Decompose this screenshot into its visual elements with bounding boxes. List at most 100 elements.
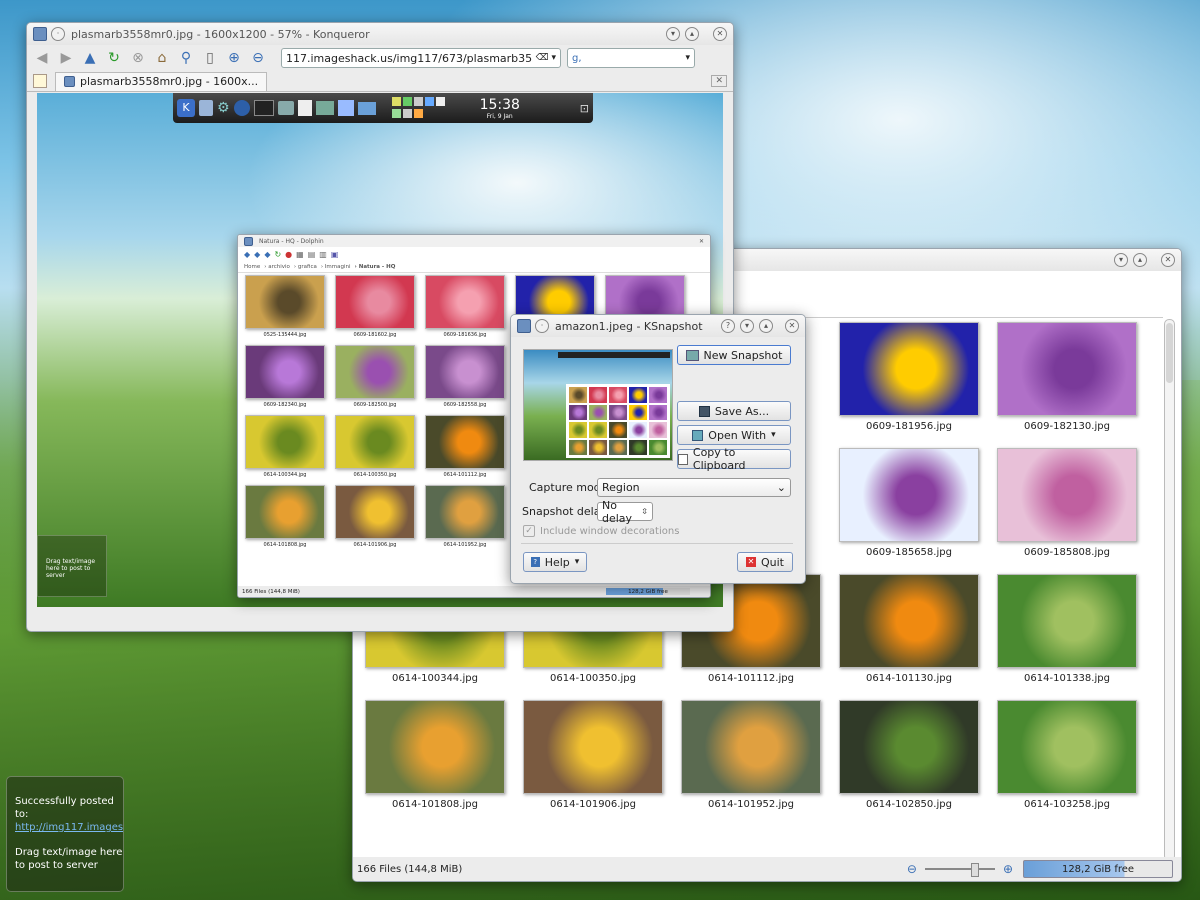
- page-view-icon[interactable]: ▯: [201, 49, 219, 67]
- maximize-icon[interactable]: ▴: [759, 319, 773, 333]
- file-item[interactable]: 0614-101808.jpg: [245, 485, 325, 551]
- file-item[interactable]: 0609-182340.jpg: [245, 345, 325, 411]
- file-name: 0609-181956.jpg: [866, 421, 952, 432]
- close-tab-icon[interactable]: ✕: [711, 75, 727, 87]
- scrollbar[interactable]: [1164, 319, 1175, 861]
- zoom-in-icon[interactable]: ⊕: [1003, 862, 1013, 876]
- close-icon[interactable]: ✕: [713, 27, 727, 41]
- tab-active[interactable]: plasmarb3558mr0.jpg - 1600x...: [55, 71, 268, 91]
- file-item[interactable]: 0614-101906.jpg: [335, 485, 415, 551]
- file-item[interactable]: 0609-185808.jpg: [997, 448, 1137, 560]
- minimize-icon[interactable]: ▾: [666, 27, 680, 41]
- zoom-slider[interactable]: [924, 863, 995, 877]
- file-item[interactable]: 0525-135444.jpg: [245, 275, 325, 341]
- home-icon[interactable]: ⌂: [153, 49, 171, 67]
- up-arrow-icon[interactable]: ◆: [264, 250, 270, 259]
- view-mode-icon[interactable]: ▦: [296, 250, 304, 259]
- chevron-down-icon[interactable]: ▾: [685, 53, 690, 63]
- forward-arrow-icon[interactable]: ▶: [57, 49, 75, 67]
- url-field[interactable]: 117.imageshack.us/img117/673/plasmarb355…: [281, 48, 561, 68]
- zoom-out-icon[interactable]: ⊖: [907, 862, 917, 876]
- close-icon[interactable]: ✕: [1161, 253, 1175, 267]
- window-title: plasmarb3558mr0.jpg - 1600x1200 - 57% - …: [71, 27, 370, 41]
- file-item[interactable]: 0614-101952.jpg: [425, 485, 505, 551]
- find-icon[interactable]: ⚲: [177, 49, 195, 67]
- file-item[interactable]: 0614-101808.jpg: [365, 700, 505, 812]
- minimize-icon[interactable]: ▾: [1114, 253, 1128, 267]
- breadcrumb-item[interactable]: Home: [244, 264, 260, 270]
- spin-arrows-icon[interactable]: ⇳: [641, 507, 648, 516]
- file-item[interactable]: 0614-101952.jpg: [681, 700, 821, 812]
- breadcrumb-item[interactable]: › Immagini: [321, 264, 351, 270]
- file-name: 0614-101808.jpg: [392, 799, 478, 810]
- maximize-icon[interactable]: ▴: [685, 27, 699, 41]
- new-tab-icon[interactable]: [33, 74, 47, 88]
- breadcrumb-item[interactable]: › Natura - HQ: [355, 264, 396, 270]
- maximize-icon[interactable]: ▴: [1133, 253, 1147, 267]
- preview-thumbnail: [569, 439, 587, 455]
- open-with-button[interactable]: Open With ▾: [677, 425, 791, 445]
- file-name: 0609-181602.jpg: [353, 332, 397, 338]
- minimize-icon[interactable]: ▾: [740, 319, 754, 333]
- lock-icon: ⊡: [579, 101, 589, 115]
- breadcrumb-item[interactable]: › archivio: [264, 264, 290, 270]
- up-arrow-icon[interactable]: ▲: [81, 49, 99, 67]
- file-name: 0614-101952.jpg: [443, 542, 487, 548]
- include-decorations-label: Include window decorations: [540, 525, 680, 537]
- back-arrow-icon[interactable]: ◆: [244, 250, 250, 259]
- preview-icon[interactable]: ▣: [331, 250, 339, 259]
- preview-thumbnail: [609, 422, 627, 438]
- notification-link[interactable]: http://img117.imagesha: [15, 821, 123, 834]
- zoom-in-icon[interactable]: ⊕: [225, 49, 243, 67]
- stop-icon[interactable]: ⊗: [129, 49, 147, 67]
- include-decorations-checkbox[interactable]: ✓ Include window decorations: [523, 525, 679, 537]
- chevron-down-icon[interactable]: ▾: [551, 53, 556, 63]
- reload-icon[interactable]: ↻: [274, 250, 281, 259]
- file-item[interactable]: 0609-181956.jpg: [839, 322, 979, 434]
- thumbnail-image: [997, 574, 1137, 668]
- zoom-out-icon[interactable]: ⊖: [249, 49, 267, 67]
- forward-arrow-icon[interactable]: ◆: [254, 250, 260, 259]
- file-item[interactable]: 0614-101112.jpg: [425, 415, 505, 481]
- file-item[interactable]: 0609-181602.jpg: [335, 275, 415, 341]
- preview-thumbnail: [589, 387, 607, 403]
- file-item[interactable]: 0609-182500.jpg: [335, 345, 415, 411]
- close-icon[interactable]: ✕: [699, 238, 704, 245]
- stop-icon[interactable]: ●: [285, 250, 292, 259]
- save-as-button[interactable]: Save As...: [677, 401, 791, 421]
- file-item[interactable]: 0614-101906.jpg: [523, 700, 663, 812]
- clear-url-icon[interactable]: ⌫: [536, 53, 549, 63]
- window-menu-icon[interactable]: ·: [535, 319, 549, 333]
- file-item[interactable]: 0609-181636.jpg: [425, 275, 505, 341]
- window-menu-icon[interactable]: ·: [51, 27, 65, 41]
- file-item[interactable]: 0614-100344.jpg: [245, 415, 325, 481]
- file-item[interactable]: 0609-182558.jpg: [425, 345, 505, 411]
- detail-view-icon[interactable]: ▤: [308, 250, 316, 259]
- help-button[interactable]: ? Help ▾: [523, 552, 587, 572]
- ksnapshot-app-icon: [517, 319, 531, 333]
- help-icon[interactable]: ?: [721, 319, 735, 333]
- snapshot-delay-spinbox[interactable]: No delay ⇳: [597, 499, 653, 525]
- file-item[interactable]: 0614-103258.jpg: [997, 700, 1137, 812]
- chevron-down-icon: ⌄: [776, 481, 786, 494]
- file-item[interactable]: 0614-102850.jpg: [839, 700, 979, 812]
- file-name: 0614-101112.jpg: [443, 472, 487, 478]
- close-icon[interactable]: ✕: [785, 319, 799, 333]
- checkbox-icon: ✓: [523, 525, 535, 537]
- file-item[interactable]: 0614-101338.jpg: [997, 574, 1137, 686]
- reload-icon[interactable]: ↻: [105, 49, 123, 67]
- copy-to-clipboard-button[interactable]: Copy to Clipboard: [677, 446, 791, 472]
- quit-button[interactable]: ✕ Quit: [737, 552, 793, 572]
- columns-icon[interactable]: ▥: [319, 250, 327, 259]
- snapshot-preview[interactable]: [523, 349, 673, 461]
- back-arrow-icon[interactable]: ◀: [33, 49, 51, 67]
- file-item[interactable]: 0609-185658.jpg: [839, 448, 979, 560]
- capture-mode-select[interactable]: Region ⌄: [597, 478, 791, 497]
- web-search-field[interactable]: g, ▾: [567, 48, 695, 68]
- new-snapshot-button[interactable]: New Snapshot: [677, 345, 791, 365]
- file-item[interactable]: 0614-100350.jpg: [335, 415, 415, 481]
- file-item[interactable]: 0614-101130.jpg: [839, 574, 979, 686]
- dolphin-small-titlebar: Natura - HQ - Dolphin ✕: [238, 235, 710, 247]
- breadcrumb-item[interactable]: › grafica: [294, 264, 317, 270]
- file-item[interactable]: 0609-182130.jpg: [997, 322, 1137, 434]
